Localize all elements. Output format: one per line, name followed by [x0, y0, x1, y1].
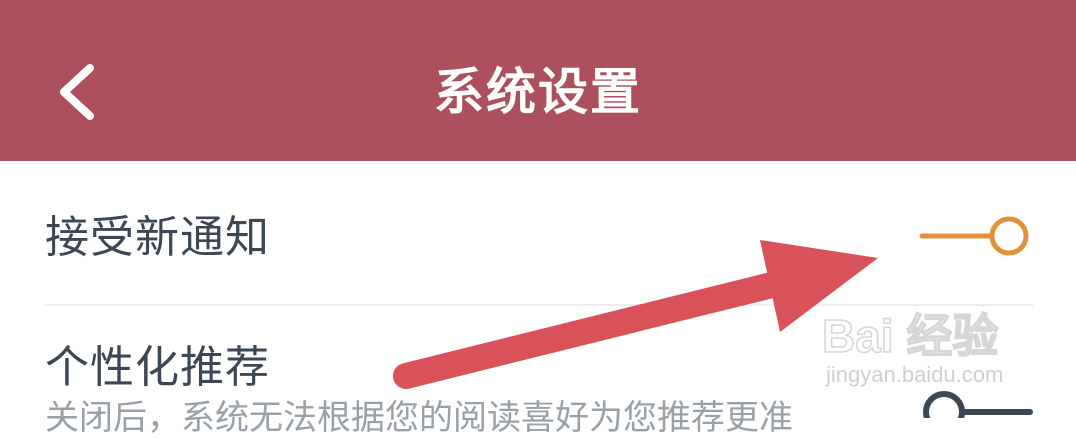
notification-setting-label: 接受新通知 — [45, 212, 270, 263]
toggle-on-icon — [919, 216, 1029, 256]
personalized-recommendation-description: 关闭后，系统无法根据您的阅读喜好为您推荐更准 — [45, 398, 793, 438]
app-header: 系统设置 — [0, 0, 1076, 161]
page-title: 系统设置 — [434, 63, 642, 121]
personalized-recommendation-label: 个性化推荐 — [45, 342, 270, 393]
watermark-logo: Bai 经验 — [821, 309, 999, 363]
baidu-jingyan-watermark: Bai 经验 jingyan.baidu.com — [821, 300, 1032, 400]
notification-toggle[interactable] — [918, 210, 1034, 262]
watermark-url: jingyan.baidu.com — [826, 362, 1004, 387]
